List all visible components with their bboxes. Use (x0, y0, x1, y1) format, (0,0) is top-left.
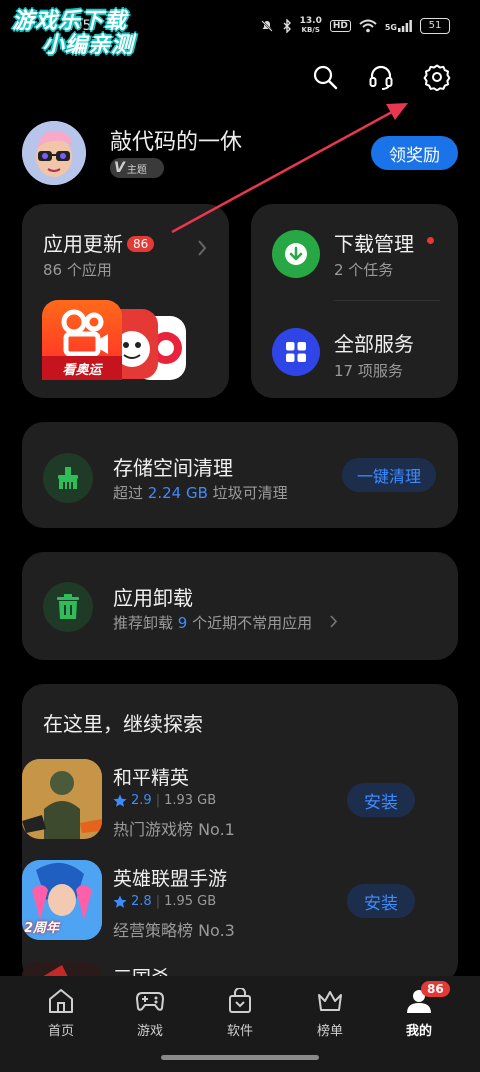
annotation-arrow (171, 103, 408, 234)
gamepad-icon (136, 992, 164, 1011)
nav-mine-label: 我的 (405, 1024, 432, 1039)
notification-badge: 86 (421, 981, 450, 997)
nav-home-label: 首页 (47, 1024, 74, 1039)
nav-software-label: 软件 (226, 1024, 253, 1039)
nav-software[interactable]: 软件 (200, 988, 280, 1039)
bag-icon (229, 988, 251, 1013)
home-indicator[interactable] (161, 1055, 319, 1060)
nav-rankings-label: 榜单 (316, 1024, 343, 1039)
nav-games[interactable]: 游戏 (110, 988, 190, 1039)
home-icon (49, 989, 73, 1013)
crown-icon (318, 991, 342, 1011)
nav-home[interactable]: 首页 (21, 988, 101, 1039)
nav-mine[interactable]: 我的 86 (379, 981, 459, 1039)
nav-games-label: 游戏 (136, 1024, 163, 1039)
nav-rankings[interactable]: 榜单 (290, 988, 370, 1039)
